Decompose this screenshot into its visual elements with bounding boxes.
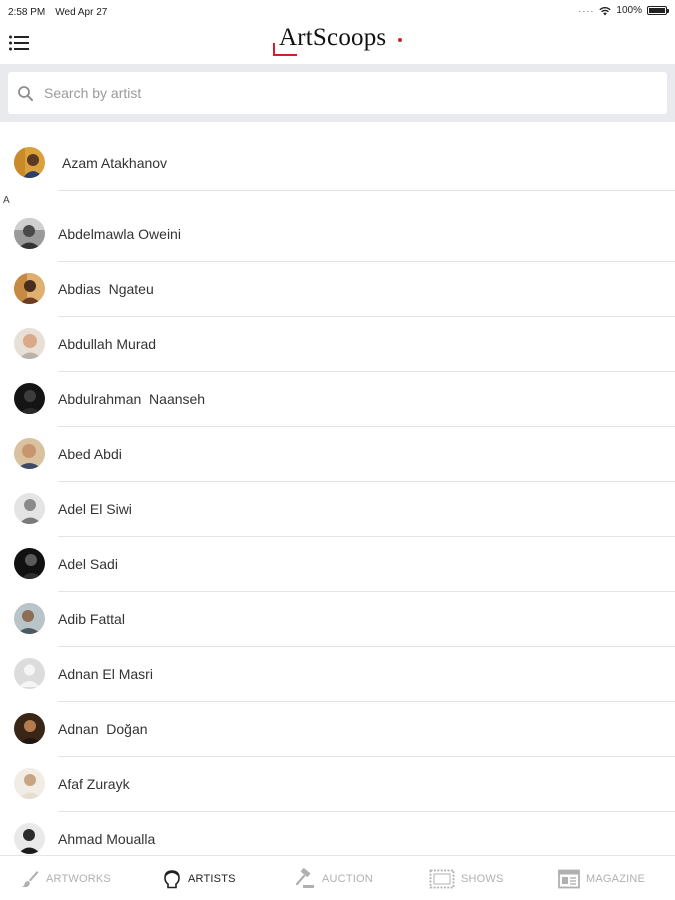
avatar [14,658,45,689]
wifi-icon [599,6,612,15]
artist-name: Adel El Siwi [58,501,132,517]
tab-artworks[interactable]: ARTWORKS [20,856,111,900]
artist-name: Adnan Doğan [58,721,148,737]
artist-row[interactable]: Abdelmawla Oweini [0,207,675,262]
artist-row[interactable]: Adib Fattal [0,592,675,647]
logo-text: ArtScoops [279,24,387,51]
artist-row[interactable]: Abdias Ngateu [0,262,675,317]
tab-auction[interactable]: AUCTION [294,856,373,900]
logo-red-dot [398,38,402,42]
avatar [14,493,45,524]
avatar [14,713,45,744]
artist-name: Adel Sadi [58,556,118,572]
avatar [14,768,45,799]
artist-row[interactable]: Adnan Doğan [0,702,675,757]
artist-name: Ahmad Moualla [58,831,156,847]
tab-label: SHOWS [461,872,504,885]
avatar [14,218,45,249]
list-menu-icon [9,35,29,51]
artist-name: Abed Abdi [58,446,122,462]
battery-icon [647,6,669,15]
artist-name: Afaf Zurayk [58,776,130,792]
artist-row[interactable]: Afaf Zurayk [0,757,675,812]
avatar [14,328,45,359]
search-input[interactable] [44,85,624,101]
avatar [14,548,45,579]
artist-row[interactable]: Abed Abdi [0,427,675,482]
search-area [0,64,675,122]
artist-row[interactable]: Adel El Siwi [0,482,675,537]
artist-row[interactable]: Adnan El Masri [0,647,675,702]
artist-name: Adnan El Masri [58,666,153,682]
artist-name: Adib Fattal [58,611,125,627]
avatar [14,147,45,178]
menu-button[interactable] [8,34,32,54]
artist-name: Abdias Ngateu [58,281,154,297]
tab-label: ARTWORKS [46,872,111,885]
tab-label: MAGAZINE [586,872,646,885]
avatar [14,438,45,469]
frame-icon [429,869,455,888]
battery-percentage: 100% [616,5,642,16]
tab-shows[interactable]: SHOWS [429,856,504,900]
artist-name: Abdulrahman Naanseh [58,391,206,407]
status-bar: 2:58 PM Wed Apr 27 ···· 100% [0,0,675,24]
artist-name: Azam Atakhanov [62,155,168,171]
status-time: 2:58 PM [8,7,46,18]
gavel-icon [295,867,314,888]
row-divider [58,190,675,191]
app-header: ArtScoops [0,24,675,64]
avatar [14,383,45,414]
artist-name: Abdullah Murad [58,336,157,352]
artist-row[interactable]: Azam Atakhanov [0,136,675,191]
tab-magazine[interactable]: MAGAZINE [558,856,645,900]
status-date: Wed Apr 27 [55,7,108,18]
avatar [14,273,45,304]
tab-artists[interactable]: ARTISTS [162,856,236,900]
artist-row[interactable]: Abdullah Murad [0,317,675,372]
search-icon [18,85,33,101]
avatar [14,603,45,634]
artist-name: Abdelmawla Oweini [58,226,181,242]
magazine-icon [558,869,580,888]
artist-head-icon [164,869,180,888]
artist-row[interactable]: Adel Sadi [0,537,675,592]
artist-row[interactable]: Abdulrahman Naanseh [0,372,675,427]
search-box[interactable] [8,72,667,114]
bottom-tab-bar: ARTWORKS ARTISTS AUCTION SHOWS MAGAZINE [0,855,675,900]
artscoops-logo: ArtScoops [273,24,413,60]
tab-label: AUCTION [322,872,373,885]
brush-icon [22,870,39,887]
tab-label: ARTISTS [188,872,236,885]
avatar [14,823,45,854]
section-index-letter: A [3,195,10,206]
cellular-signal-icon: ···· [578,5,595,16]
